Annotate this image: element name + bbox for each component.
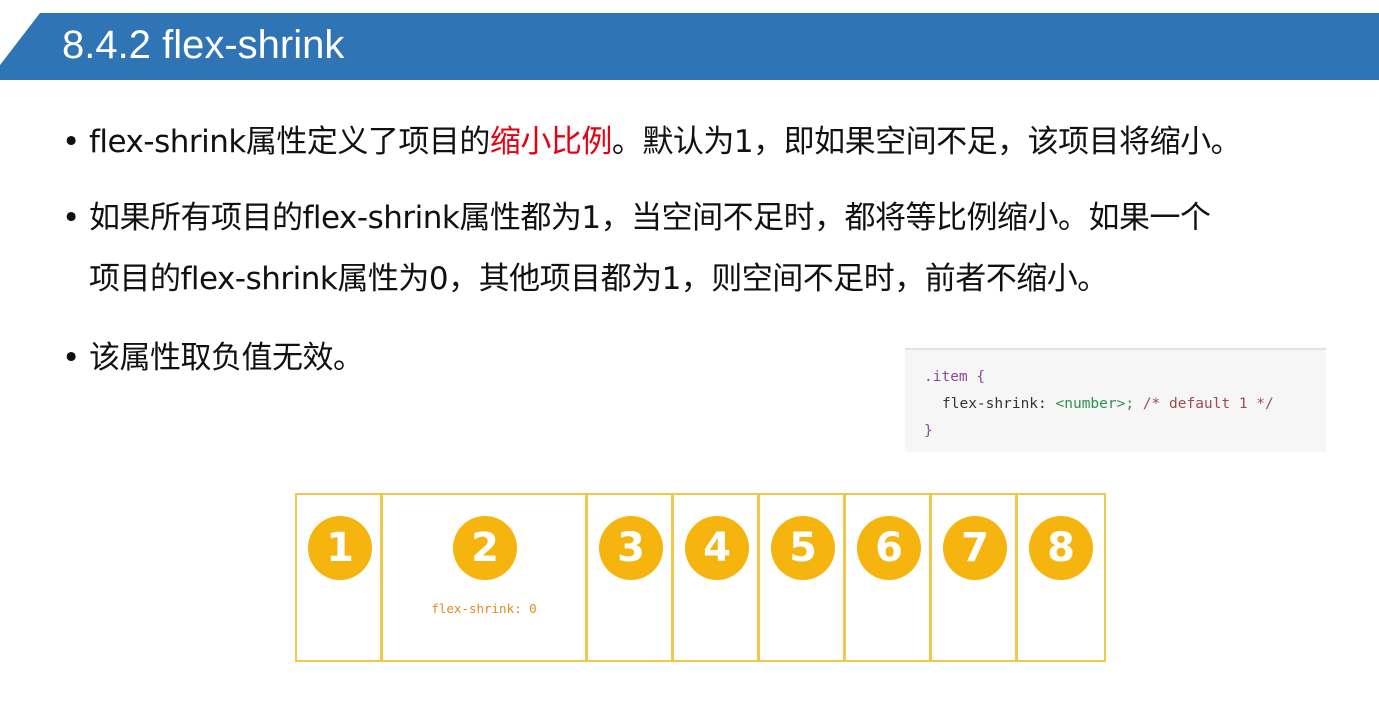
bullet-marker: • [62,124,80,160]
bullet-marker: • [62,200,80,236]
code-comment: /* default 1 */ [1142,396,1274,412]
flex-item-6: 6 [846,495,932,660]
bullet-1-after: 。默认为1，即如果空间不足，该项目将缩小。 [611,124,1242,160]
item-number-badge: 6 [857,516,921,580]
bullet-1-text: flex-shrink属性定义了项目的缩小比例。默认为1，即如果空间不足，该项目… [62,122,1242,162]
bullet-1-highlight: 缩小比例 [489,124,613,160]
flex-item-7: 7 [932,495,1018,660]
code-value: <number>; [1055,396,1135,412]
item-number-badge: 5 [771,516,835,580]
item-note: flex-shrink: 0 [431,601,537,616]
bullet-1-line: flex-shrink属性定义了项目的缩小比例。默认为1，即如果空间不足，该项目… [89,122,1242,162]
flex-item-5: 5 [760,495,846,660]
item-number-badge: 1 [308,516,372,580]
item-number-badge: 7 [943,516,1007,580]
flex-item-3: 3 [588,495,674,660]
item-number-badge: 3 [599,516,663,580]
item-number-badge: 4 [685,516,749,580]
code-property: flex-shrink: [942,396,1047,412]
code-line-2: flex-shrink: <number>; /* default 1 */ [942,391,1274,418]
bullet-2: • 如果所有项目的flex-shrink属性都为1，当空间不足时，都将等比例缩小… [62,198,1211,299]
bullet-2-text: 如果所有项目的flex-shrink属性都为1，当空间不足时，都将等比例缩小。如… [62,198,1211,299]
code-line-1: .item { [924,369,986,385]
code-snippet: .item { flex-shrink: <number>; /* defaul… [905,348,1326,452]
bullet-marker: • [62,340,80,376]
flex-demo-container: 1 2 flex-shrink: 0 3 4 5 6 7 8 [295,493,1106,662]
code-line-3: } [924,423,933,439]
bullet-2-line-1: 如果所有项目的flex-shrink属性都为1，当空间不足时，都将等比例缩小。如… [89,200,1211,236]
bullet-2-line-2: 项目的flex-shrink属性为0，其他项目都为1，则空间不足时，前者不缩小。 [89,261,1108,297]
bullet-1: • flex-shrink属性定义了项目的缩小比例。默认为1，即如果空间不足，该… [62,122,1242,162]
flex-item-8: 8 [1018,495,1104,660]
flex-item-4: 4 [674,495,760,660]
item-number-badge: 8 [1029,516,1093,580]
bullet-3-text: 该属性取负值无效。 [62,338,364,378]
page-title: 8.4.2 flex-shrink [62,23,345,67]
flex-item-1: 1 [297,495,383,660]
item-number-badge: 2 [453,516,517,580]
flex-item-2: 2 flex-shrink: 0 [383,495,588,660]
bullet-3: • 该属性取负值无效。 [62,338,364,378]
bullet-3-line: 该属性取负值无效。 [89,340,364,376]
bullet-1-before: flex-shrink属性定义了项目的 [89,124,490,160]
